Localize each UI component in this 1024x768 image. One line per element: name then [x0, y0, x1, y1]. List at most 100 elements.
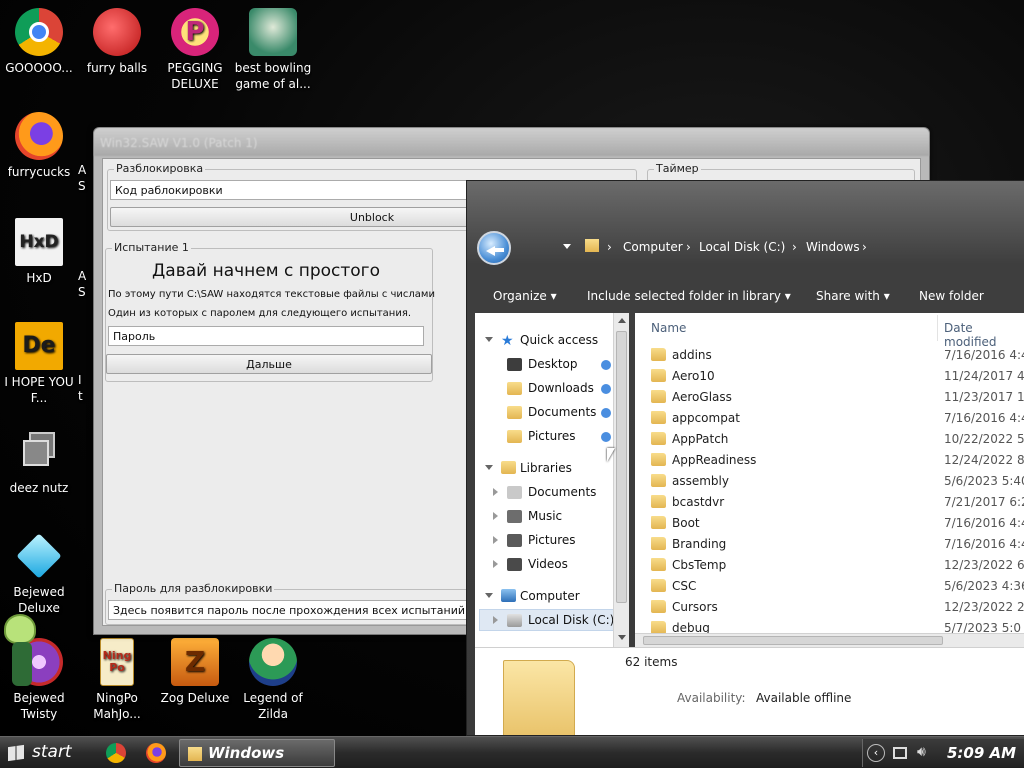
desktop-icon-ningpo[interactable]: Ning Po NingPo MahJo... [78, 638, 156, 722]
column-name-header[interactable]: Name [651, 321, 686, 335]
diamond-icon [15, 532, 63, 580]
breadcrumb-computer[interactable]: Computer [623, 240, 683, 254]
desktop-icon [507, 358, 522, 371]
volume-icon[interactable]: 🔊︎ [917, 744, 926, 760]
chrome-icon[interactable] [106, 743, 126, 763]
table-row[interactable]: Boot 7/16/2016 4:4 [635, 513, 1024, 534]
desktop-icon-hxd[interactable]: HxD HxD [0, 218, 78, 286]
collapse-arrow-icon[interactable] [493, 560, 498, 568]
table-row[interactable]: AppReadiness 12/24/2022 8: [635, 450, 1024, 471]
scroll-down-icon[interactable] [618, 635, 626, 640]
nav-desktop[interactable]: Desktop [528, 357, 578, 371]
collapse-arrow-icon[interactable] [493, 488, 498, 496]
table-row[interactable]: Aero10 11/24/2017 4:1 [635, 366, 1024, 387]
nav-downloads[interactable]: Downloads [528, 381, 594, 395]
nav-documents[interactable]: Documents [528, 405, 596, 419]
table-row[interactable]: appcompat 7/16/2016 4:4 [635, 408, 1024, 429]
password-input[interactable]: Пароль [108, 326, 424, 346]
desktop-icon-zog[interactable]: Z Zog Deluxe [156, 638, 234, 706]
desktop-icon-ihope[interactable]: De I HOPE YOU F... [0, 322, 78, 406]
explorer-window[interactable]: › Computer › Local Disk (C:) › Windows ›… [466, 180, 1024, 736]
table-row[interactable]: AppPatch 10/22/2022 5: [635, 429, 1024, 450]
share-with-menu[interactable]: Share with ▾ [816, 289, 890, 303]
desktop-icon-chrome[interactable]: GOOOOO... [0, 8, 78, 76]
nav-lib-videos[interactable]: Videos [528, 557, 568, 571]
table-row[interactable]: Branding 7/16/2016 4:4 [635, 534, 1024, 555]
new-folder-button[interactable]: New folder [919, 289, 984, 303]
documents-folder-icon [507, 406, 522, 419]
h-scroll-thumb[interactable] [643, 636, 943, 645]
collapse-arrow-icon[interactable] [493, 536, 498, 544]
music-icon [507, 510, 522, 523]
pin-icon[interactable] [601, 384, 611, 394]
forward-chevron-icon[interactable] [563, 244, 571, 249]
breadcrumb-local-disk[interactable]: Local Disk (C:) [699, 240, 785, 254]
videos-icon [507, 558, 522, 571]
desktop-icon-bowling[interactable]: best bowling game of al... [234, 8, 312, 92]
folder-icon [651, 369, 666, 382]
table-row[interactable]: CbsTemp 12/23/2022 6: [635, 555, 1024, 576]
desktop-icon-furry-balls[interactable]: furry balls [78, 8, 156, 76]
taskbar-window-explorer[interactable]: Windows [179, 739, 335, 767]
nav-lib-documents[interactable]: Documents [528, 485, 596, 499]
next-button[interactable]: Дальше [106, 354, 432, 374]
computer-icon [501, 589, 516, 602]
file-date: 12/24/2022 8: [944, 453, 1024, 467]
file-list[interactable]: Name Date modified addins 7/16/2016 4:4 Ae… [635, 313, 1024, 633]
pin-icon[interactable] [601, 360, 611, 370]
file-name: appcompat [672, 411, 740, 425]
nav-scroll-thumb[interactable] [616, 331, 627, 603]
file-name: AeroGlass [672, 390, 732, 404]
expand-arrow-icon[interactable] [485, 593, 493, 598]
expand-arrow-icon[interactable] [485, 337, 493, 342]
file-list-h-scrollbar[interactable] [635, 633, 1024, 647]
network-icon[interactable] [893, 747, 907, 759]
organize-menu[interactable]: Organize ▾ [493, 289, 557, 303]
back-arrow-icon[interactable] [477, 231, 511, 265]
desktop-icon-pegging[interactable]: P PEGGING DELUXE [156, 8, 234, 92]
folder-icon [651, 495, 666, 508]
nav-lib-music[interactable]: Music [528, 509, 562, 523]
file-date: 11/24/2017 4:1 [944, 369, 1024, 383]
pin-icon[interactable] [601, 432, 611, 442]
start-button[interactable]: start [0, 738, 88, 768]
table-row[interactable]: debug 5/7/2023 5:0 [635, 618, 1024, 633]
nav-pictures[interactable]: Pictures [528, 429, 576, 443]
table-row[interactable]: addins 7/16/2016 4:4 [635, 345, 1024, 366]
desktop: GOOOOO... furrycucks HxD HxD De I HOPE Y… [0, 0, 1024, 736]
table-row[interactable]: bcastdvr 7/21/2017 6:2 [635, 492, 1024, 513]
desktop-icon-bejeweled-deluxe[interactable]: Bejewed Deluxe [0, 532, 78, 616]
table-row[interactable]: AeroGlass 11/23/2017 10 [635, 387, 1024, 408]
file-date: 7/21/2017 6:2 [944, 495, 1024, 509]
scroll-up-icon[interactable] [618, 318, 626, 323]
star-icon: ★ [501, 333, 514, 349]
folder-icon [651, 621, 666, 633]
nav-libraries[interactable]: Libraries [520, 461, 572, 475]
nav-quick-access[interactable]: Quick access [520, 333, 598, 347]
breadcrumb-windows[interactable]: Windows [806, 240, 860, 254]
nav-scrollbar[interactable] [613, 313, 629, 647]
clock[interactable]: 5:09 AM [947, 744, 1016, 762]
collapse-arrow-icon[interactable] [493, 616, 498, 624]
file-date: 7/16/2016 4:4 [944, 516, 1024, 530]
table-row[interactable]: Cursors 12/23/2022 2: [635, 597, 1024, 618]
navigation-pane[interactable]: ★ Quick access Desktop Downloads Documen… [475, 313, 621, 647]
file-date: 7/16/2016 4:4 [944, 411, 1024, 425]
saw-title-bar[interactable]: Win32.SAW V1.0 (Patch 1) [94, 128, 929, 156]
file-date: 7/16/2016 4:4 [944, 348, 1024, 362]
desktop-icon-zilda[interactable]: Legend of Zilda [234, 638, 312, 722]
nav-computer[interactable]: Computer [520, 589, 580, 603]
nav-lib-pictures[interactable]: Pictures [528, 533, 576, 547]
table-row[interactable]: CSC 5/6/2023 4:36 [635, 576, 1024, 597]
collapse-arrow-icon[interactable] [493, 512, 498, 520]
show-hidden-icons-button[interactable]: ‹ [867, 744, 885, 762]
include-in-library-menu[interactable]: Include selected folder in library ▾ [587, 289, 791, 303]
firefox-icon[interactable] [146, 743, 166, 763]
pin-icon[interactable] [601, 408, 611, 418]
desktop-icon-firefox[interactable]: furrycucks [0, 112, 78, 180]
nav-local-disk[interactable]: Local Disk (C:) [528, 613, 614, 627]
desktop-icon-deez[interactable]: deez nutz [0, 428, 78, 496]
file-name: Cursors [672, 600, 718, 614]
table-row[interactable]: assembly 5/6/2023 5:40 [635, 471, 1024, 492]
expand-arrow-icon[interactable] [485, 465, 493, 470]
